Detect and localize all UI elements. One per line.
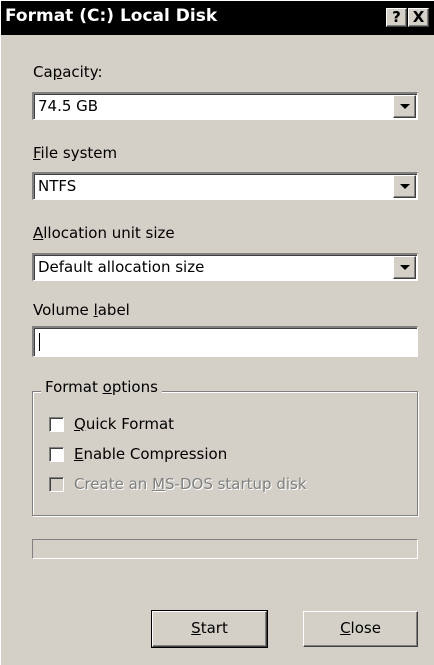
quick-format-checkbox[interactable]: [49, 417, 64, 432]
ms-dos-startup-checkbox: [49, 477, 64, 492]
window-title: Format (C:) Local Disk: [5, 6, 218, 26]
allocation-unit-value: Default allocation size: [38, 258, 205, 276]
start-button[interactable]: Start: [151, 610, 268, 648]
file-system-dropdown-button[interactable]: [393, 175, 416, 198]
capacity-select[interactable]: 74.5 GB: [32, 92, 418, 120]
close-window-button[interactable]: X: [408, 8, 429, 27]
allocation-unit-label: Allocation unit size: [33, 224, 175, 242]
chevron-down-icon: [400, 265, 410, 270]
file-system-value: NTFS: [38, 177, 77, 195]
enable-compression-label: Enable Compression: [74, 445, 228, 463]
enable-compression-checkbox[interactable]: [49, 447, 64, 462]
allocation-dropdown-button[interactable]: [393, 256, 416, 279]
chevron-down-icon: [400, 104, 410, 109]
text-caret: [39, 333, 40, 351]
title-bar[interactable]: Format (C:) Local Disk ? X: [1, 1, 434, 35]
capacity-label: Capacity:: [33, 63, 103, 81]
capacity-dropdown-button[interactable]: [393, 95, 416, 118]
capacity-value: 74.5 GB: [38, 97, 99, 115]
quick-format-label: Quick Format: [74, 415, 175, 433]
format-options-legend: Format options: [41, 378, 162, 396]
format-dialog: Format (C:) Local Disk ? X Capacity: 74.…: [0, 0, 434, 665]
ms-dos-startup-label: Create an MS-DOS startup disk: [74, 475, 307, 493]
format-progress-bar: [32, 539, 418, 559]
chevron-down-icon: [400, 184, 410, 189]
volume-label-input[interactable]: [32, 326, 418, 357]
file-system-label: File system: [33, 144, 118, 162]
help-button[interactable]: ?: [386, 8, 407, 27]
allocation-unit-select[interactable]: Default allocation size: [32, 253, 418, 281]
close-button[interactable]: Close: [303, 611, 418, 647]
volume-label-label: Volume label: [33, 301, 130, 319]
file-system-select[interactable]: NTFS: [32, 172, 418, 200]
